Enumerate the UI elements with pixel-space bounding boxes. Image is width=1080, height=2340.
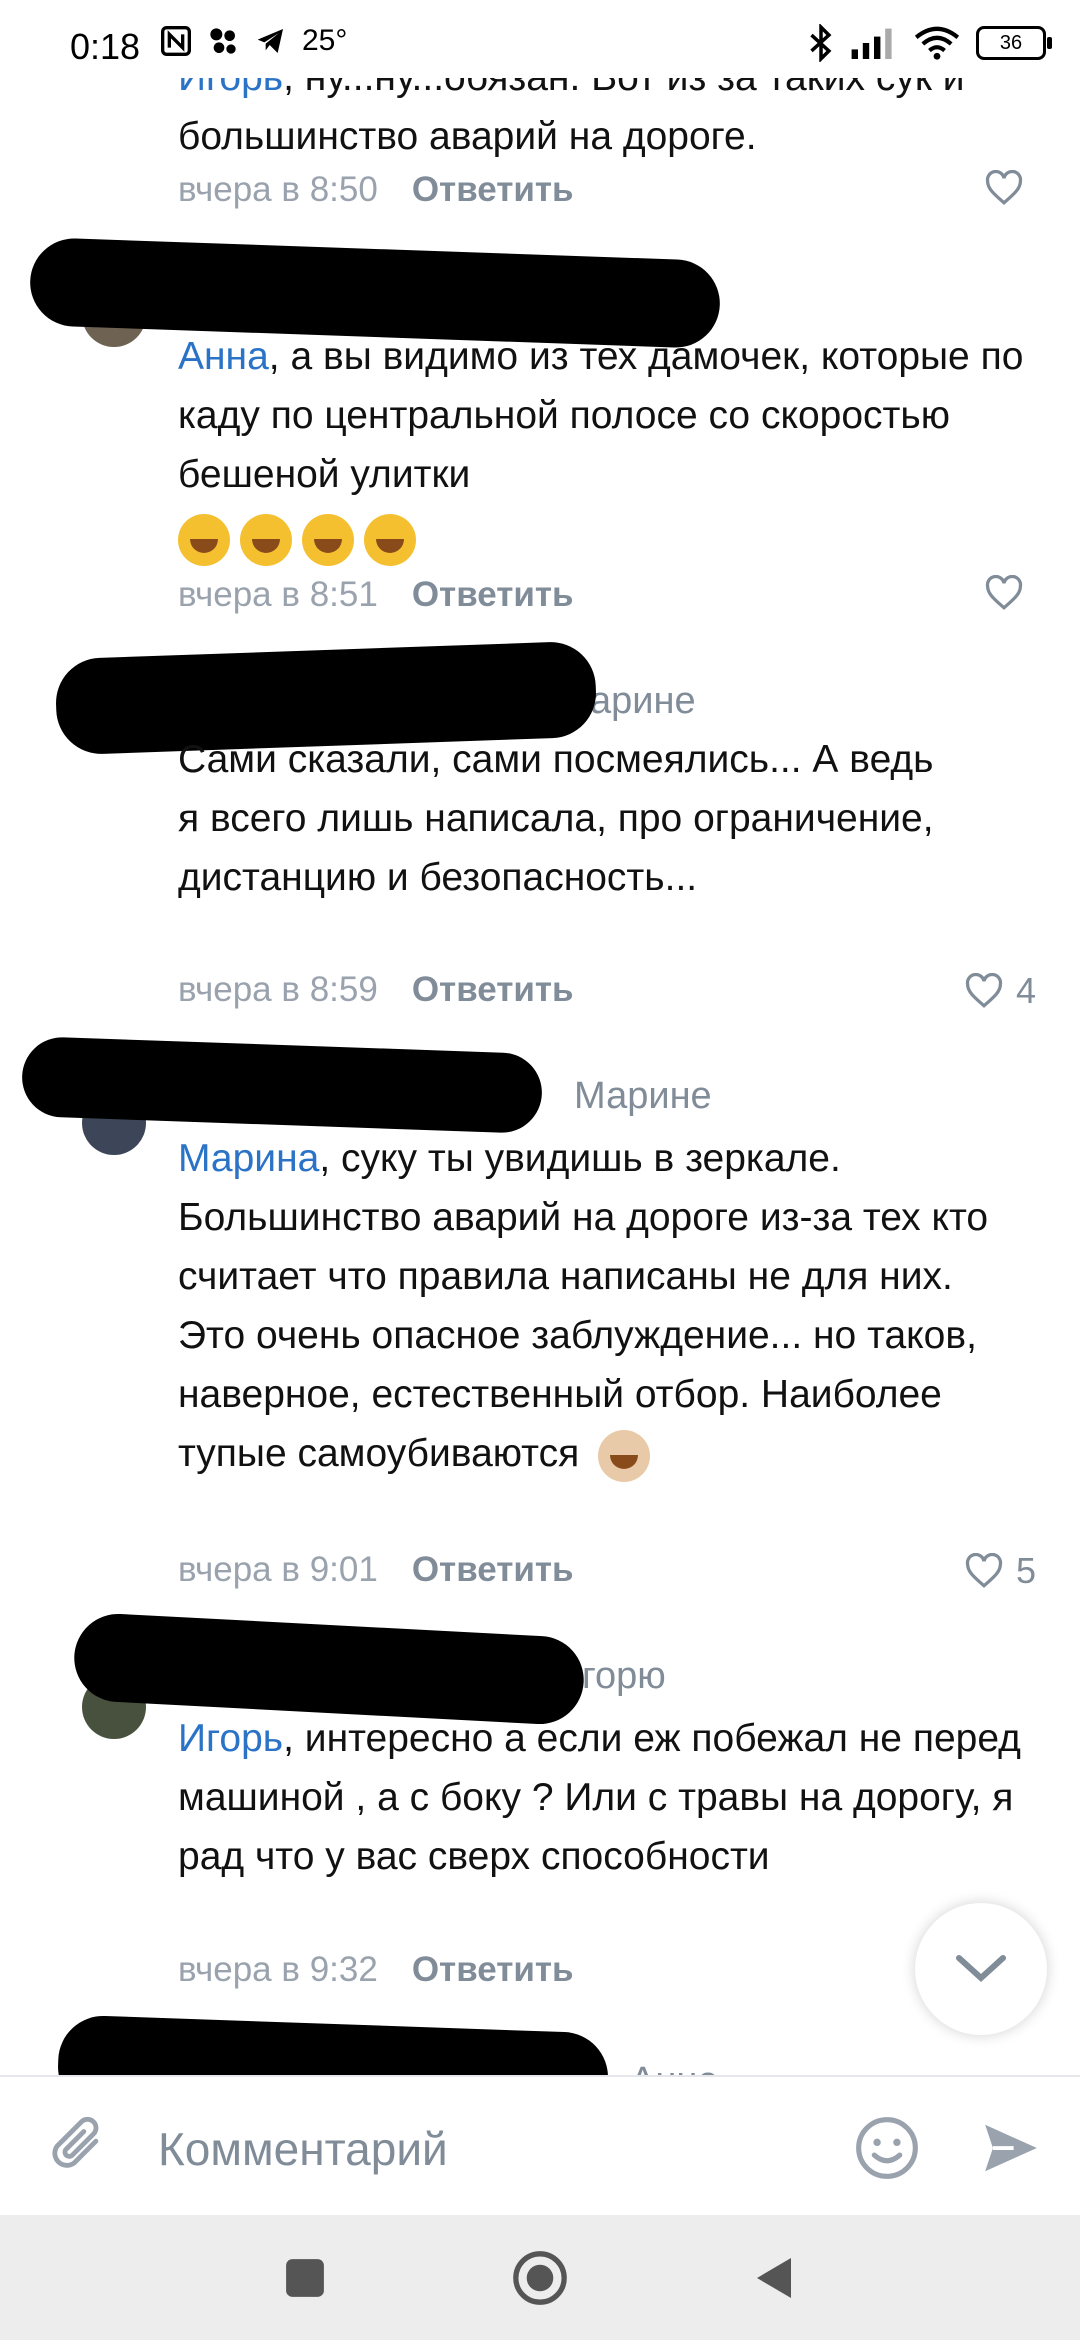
system-nav-bar <box>0 2215 1080 2340</box>
send-button[interactable] <box>976 2113 1046 2183</box>
smile-icon <box>856 2117 918 2179</box>
chevron-down-icon <box>956 1955 1006 1983</box>
redaction-mark <box>56 2014 610 2075</box>
like-button[interactable]: 4 <box>964 970 1036 1012</box>
comment-meta: вчера в 9:32 Ответить <box>178 1950 574 1990</box>
comment-time: вчера в 9:32 <box>178 1950 378 1989</box>
heart-icon <box>965 973 1003 1008</box>
mention-link[interactable]: Анна <box>178 335 269 378</box>
reply-button[interactable]: Ответить <box>412 170 574 210</box>
emoji-row <box>178 508 1028 567</box>
comment-meta: вчера в 9:01 Ответить <box>178 1550 574 1590</box>
attach-button[interactable] <box>44 2111 114 2181</box>
like-button[interactable] <box>984 170 1036 206</box>
recents-button[interactable] <box>270 2250 340 2306</box>
back-triangle-icon <box>757 2258 791 2298</box>
like-button[interactable]: 5 <box>964 1550 1036 1592</box>
laughing-emoji <box>364 513 416 566</box>
home-button[interactable] <box>505 2245 575 2311</box>
back-button[interactable] <box>740 2250 810 2306</box>
comment-header: Марине <box>574 1075 712 1117</box>
comment-time: вчера в 8:50 <box>178 170 378 209</box>
status-time: 0:18 <box>70 26 141 67</box>
like-count: 5 <box>1015 1550 1036 1591</box>
battery-icon: 36 <box>976 26 1052 60</box>
comment-time: вчера в 9:01 <box>178 1550 378 1589</box>
square-icon <box>286 2259 324 2297</box>
scroll-down-button[interactable] <box>915 1903 1047 2035</box>
comment-header: Анне <box>630 2060 718 2075</box>
nfc-icon <box>161 26 191 56</box>
heart-icon <box>985 575 1023 610</box>
comment-meta: вчера в 8:50 Ответить <box>178 170 574 210</box>
laughing-emoji <box>240 513 292 566</box>
comment-text: Марина, суку ты увидишь в зеркале. Больш… <box>178 1129 1028 1483</box>
heart-icon <box>965 1553 1003 1588</box>
status-temperature: 25° <box>302 24 348 57</box>
dots-icon <box>210 28 236 54</box>
reply-button[interactable]: Ответить <box>412 1550 574 1590</box>
comment-text: Игорь, интересно а если еж побежал не пе… <box>178 1717 1021 1878</box>
comments-feed: Игорь, ну...ну...обязан. Вот из за таких… <box>0 0 1080 2075</box>
comment-text: Анна, а вы видимо из тех дамочек, которы… <box>178 327 1028 567</box>
signal-icon <box>851 28 892 59</box>
comment-meta: вчера в 8:59 Ответить <box>178 970 574 1010</box>
laughing-emoji <box>178 513 230 566</box>
comment-time: вчера в 8:51 <box>178 575 378 614</box>
heart-icon <box>985 170 1023 205</box>
reply-button[interactable]: Ответить <box>412 575 574 615</box>
telegram-icon <box>257 29 283 53</box>
comment-text: Сами сказали, сами посмеялись... А ведь … <box>178 738 934 899</box>
comment-header: горю <box>582 1655 666 1697</box>
wifi-icon <box>914 26 960 60</box>
home-circle-icon <box>513 2251 567 2305</box>
battery-level: 36 <box>999 31 1023 54</box>
paperclip-icon <box>52 2116 99 2168</box>
reply-button[interactable]: Ответить <box>412 1950 574 1990</box>
bluetooth-icon <box>810 24 832 62</box>
like-count: 4 <box>1015 970 1036 1011</box>
comment-input[interactable]: Комментарий <box>158 2122 448 2176</box>
send-icon <box>985 2124 1037 2172</box>
like-button[interactable] <box>984 575 1036 611</box>
shrug-emoji <box>598 1429 651 1482</box>
mention-link[interactable]: Игорь <box>178 1717 283 1760</box>
status-bar: 0:18 25° 36 <box>0 0 1080 78</box>
mention-link[interactable]: Марина <box>178 1137 319 1180</box>
comment-input-bar: Комментарий <box>0 2075 1080 2217</box>
emoji-button[interactable] <box>852 2113 922 2183</box>
comment-header: арине <box>590 680 696 722</box>
comment-meta: вчера в 8:51 Ответить <box>178 575 574 615</box>
comment-time: вчера в 8:59 <box>178 970 378 1009</box>
laughing-emoji <box>302 513 354 566</box>
reply-button[interactable]: Ответить <box>412 970 574 1010</box>
